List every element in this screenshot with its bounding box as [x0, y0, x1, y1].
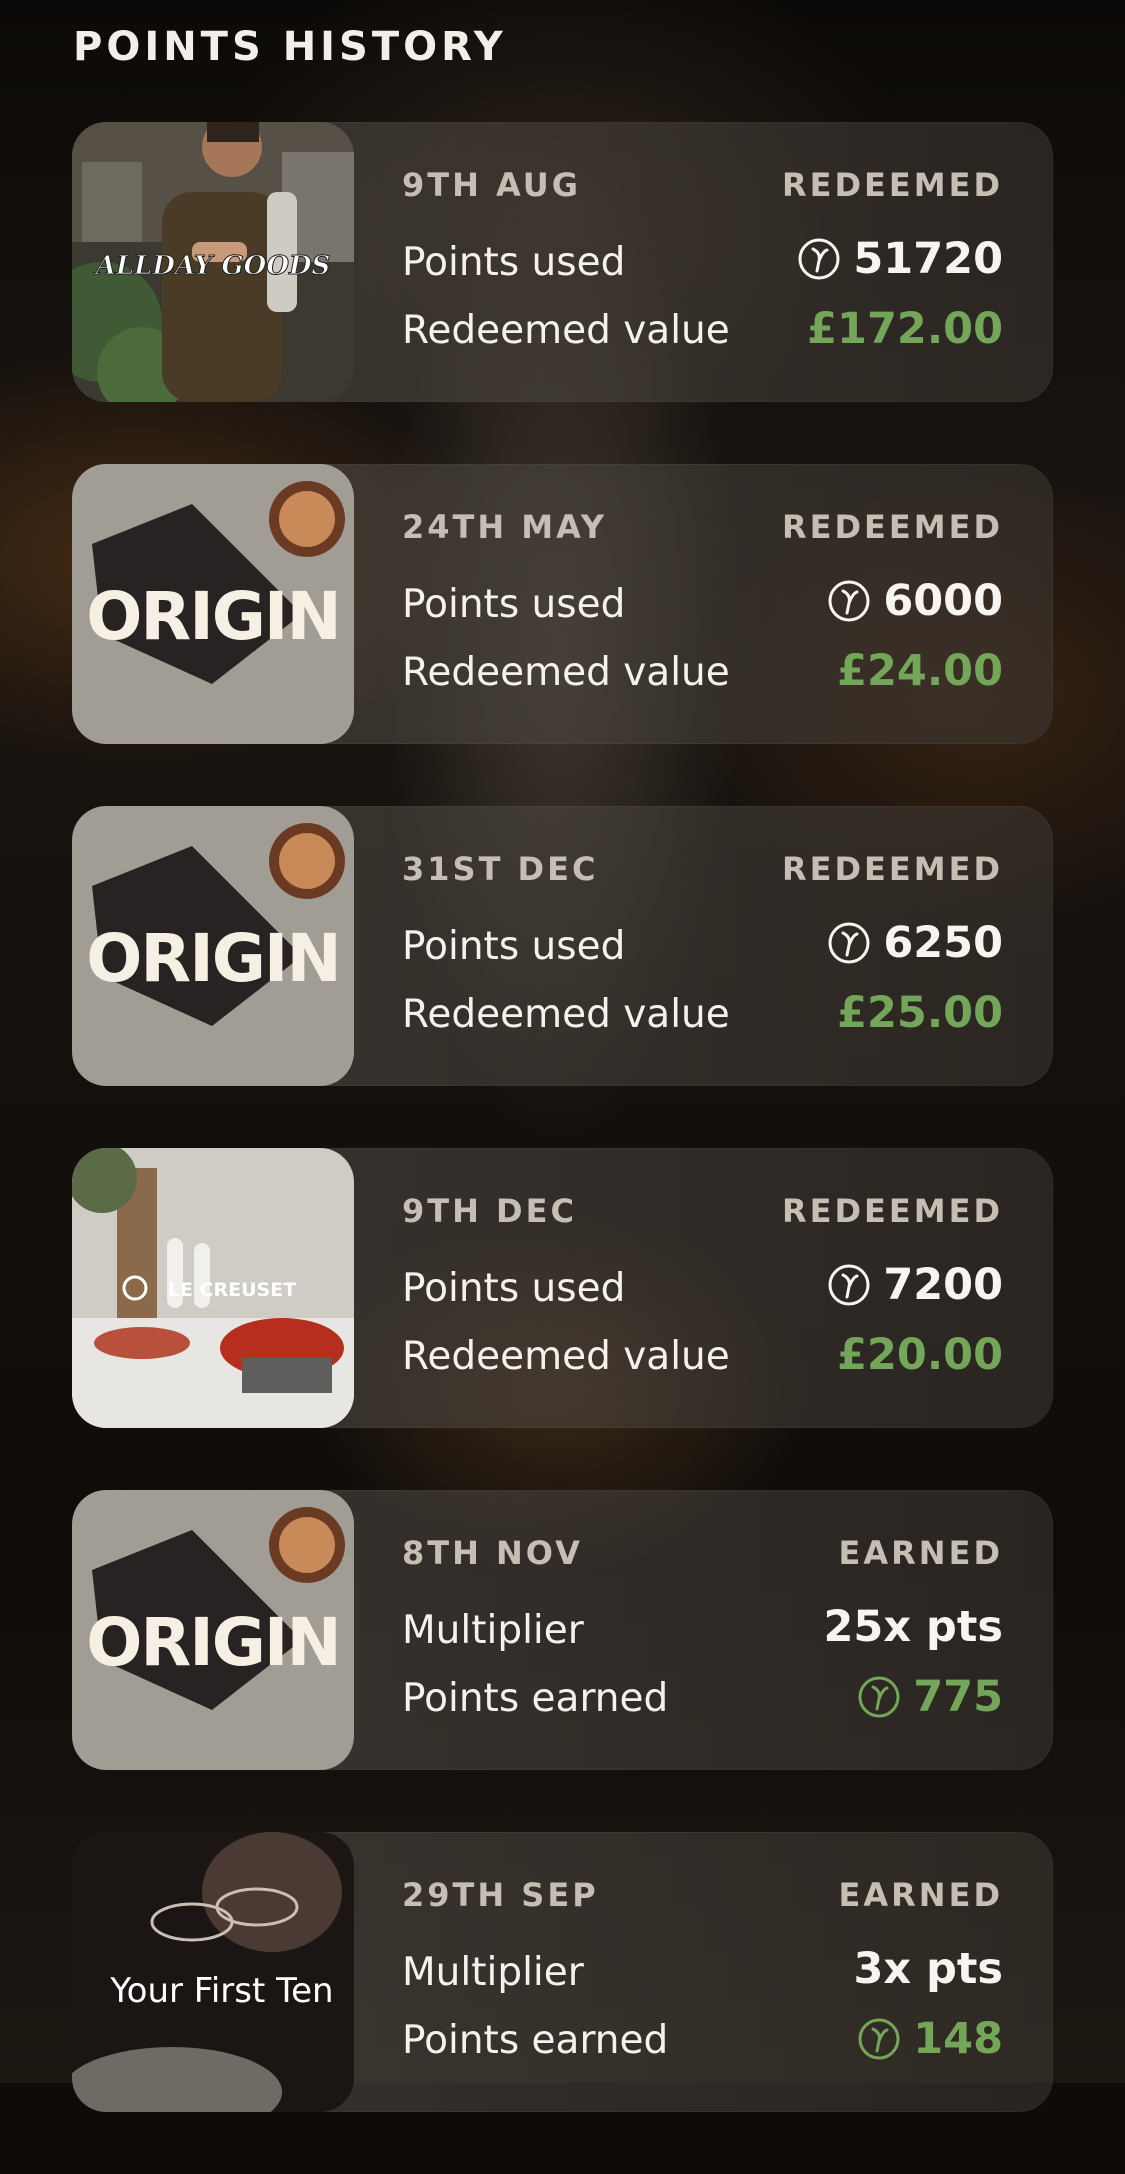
status-badge: EARNED	[838, 1534, 1003, 1572]
points-coin-icon	[828, 1264, 870, 1306]
history-card[interactable]: LE CREUSET 9TH DEC REDEEMED Points used …	[72, 1148, 1053, 1428]
history-card[interactable]: ALLDAY GOODS 9TH AUG REDEEMED Points use…	[72, 122, 1053, 402]
entry-date: 24TH MAY	[402, 508, 607, 546]
history-card[interactable]: ORIGIN 24TH MAY REDEEMED Points used 600…	[72, 464, 1053, 744]
points-used-value: 6250	[827, 918, 1003, 968]
multiplier-label: Multiplier	[402, 1950, 584, 1995]
points-used-label: Points used	[402, 582, 626, 627]
multiplier-value: 3x pts	[853, 1944, 1003, 1994]
entry-date: 8TH NOV	[402, 1534, 583, 1572]
brand-thumbnail: ORIGIN	[72, 464, 354, 744]
svg-text:ORIGIN: ORIGIN	[86, 578, 339, 655]
origin-logo: ORIGIN	[72, 1490, 354, 1770]
points-history-list[interactable]: ALLDAY GOODS 9TH AUG REDEEMED Points use…	[72, 122, 1053, 2174]
svg-text:LE CREUSET: LE CREUSET	[168, 1279, 296, 1301]
redeemed-value-label: Redeemed value	[402, 650, 730, 695]
points-coin-icon	[828, 580, 870, 622]
points-earned-label: Points earned	[402, 1676, 669, 1721]
points-coin-icon	[858, 1676, 900, 1718]
entry-date: 9TH DEC	[402, 1192, 577, 1230]
points-used-value: 51720	[797, 234, 1003, 284]
svg-text:ORIGIN: ORIGIN	[86, 920, 339, 997]
allday-goods-logo: ALLDAY GOODS	[72, 122, 354, 402]
multiplier-value: 25x pts	[823, 1602, 1003, 1652]
history-card[interactable]: ORIGIN 8TH NOV EARNED Multiplier 25x pts…	[72, 1490, 1053, 1770]
points-earned-value: 775	[857, 1672, 1003, 1722]
brand-thumbnail: LE CREUSET	[72, 1148, 354, 1428]
redeemed-value-label: Redeemed value	[402, 308, 730, 353]
redeemed-value-amount: £25.00	[837, 988, 1003, 1038]
entry-date: 31ST DEC	[402, 850, 599, 888]
points-earned-value: 148	[857, 2014, 1003, 2064]
points-used-label: Points used	[402, 924, 626, 969]
your-first-ten-logo: Your First Ten	[72, 1832, 354, 2112]
status-badge: REDEEMED	[781, 508, 1003, 546]
svg-text:Your First Ten: Your First Ten	[109, 1971, 333, 2011]
points-coin-icon	[798, 238, 840, 280]
status-badge: REDEEMED	[781, 166, 1003, 204]
redeemed-value-amount: £20.00	[837, 1330, 1003, 1380]
points-used-value: 6000	[827, 576, 1003, 626]
brand-thumbnail: Your First Ten	[72, 1832, 354, 2112]
redeemed-value-label: Redeemed value	[402, 992, 730, 1037]
points-used-label: Points used	[402, 240, 626, 285]
redeemed-value-amount: £172.00	[807, 304, 1003, 354]
entry-date: 9TH AUG	[402, 166, 582, 204]
status-badge: EARNED	[838, 1876, 1003, 1914]
history-card[interactable]: ORIGIN 31ST DEC REDEEMED Points used 625…	[72, 806, 1053, 1086]
points-coin-icon	[828, 922, 870, 964]
status-badge: REDEEMED	[781, 1192, 1003, 1230]
origin-logo: ORIGIN	[72, 806, 354, 1086]
origin-logo: ORIGIN	[72, 464, 354, 744]
points-earned-label: Points earned	[402, 2018, 669, 2063]
points-coin-icon	[858, 2018, 900, 2060]
points-used-label: Points used	[402, 1266, 626, 1311]
brand-thumbnail: ALLDAY GOODS	[72, 122, 354, 402]
svg-text:ALLDAY GOODS: ALLDAY GOODS	[93, 251, 331, 281]
history-card[interactable]: Your First Ten 29TH SEP EARNED Multiplie…	[72, 1832, 1053, 2112]
le-creuset-logo: LE CREUSET	[72, 1148, 354, 1428]
redeemed-value-amount: £24.00	[837, 646, 1003, 696]
svg-text:ORIGIN: ORIGIN	[86, 1604, 339, 1681]
redeemed-value-label: Redeemed value	[402, 1334, 730, 1379]
brand-thumbnail: ORIGIN	[72, 806, 354, 1086]
brand-thumbnail: ORIGIN	[72, 1490, 354, 1770]
status-badge: REDEEMED	[781, 850, 1003, 888]
multiplier-label: Multiplier	[402, 1608, 584, 1653]
points-used-value: 7200	[827, 1260, 1003, 1310]
entry-date: 29TH SEP	[402, 1876, 599, 1914]
page-title: POINTS HISTORY	[73, 24, 507, 70]
